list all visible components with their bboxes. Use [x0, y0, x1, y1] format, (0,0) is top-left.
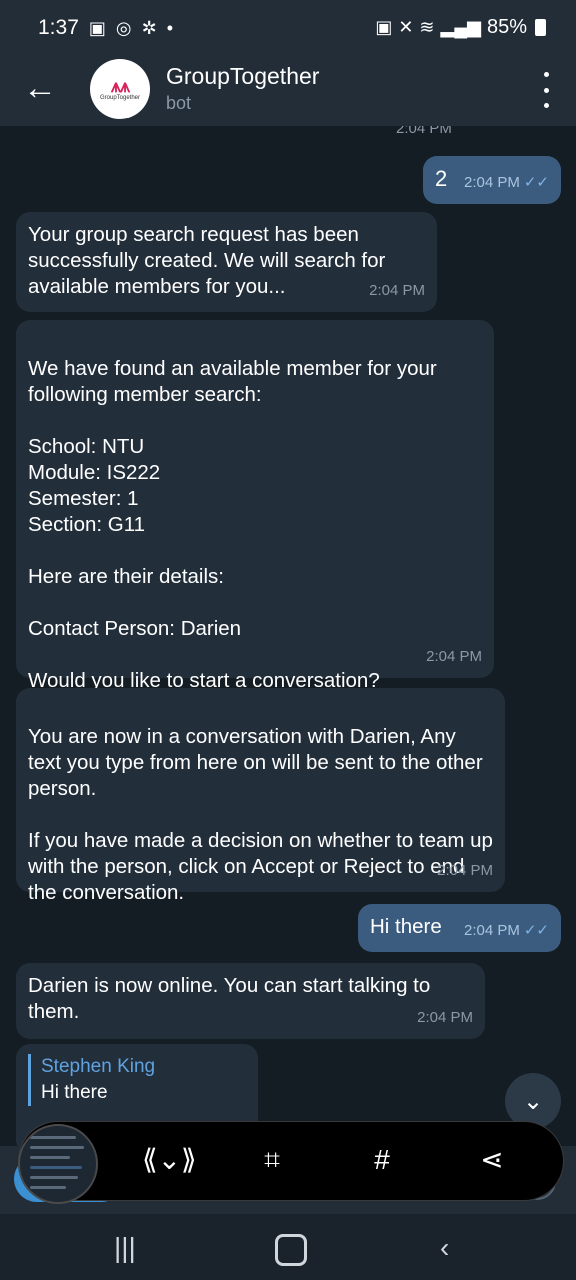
battery-level: 85% [486, 16, 527, 38]
avatar[interactable]: ⩚⩚ GroupTogether [90, 59, 150, 119]
message-text: Darien is now online. You can start talk… [28, 974, 431, 1023]
wifi-icon: ≋ [419, 17, 435, 37]
read-ticks-icon: ✓✓ [523, 922, 549, 939]
back-arrow-icon[interactable]: ← [22, 70, 58, 106]
crop-edit-icon[interactable]: ⌗ [252, 1142, 292, 1178]
avatar-logo-text: GroupTogether [99, 95, 141, 101]
logo-mark-icon: ⩚⩚ [110, 76, 130, 96]
chat-subtitle: bot [166, 93, 192, 113]
message-time: 2:04 PM [426, 648, 482, 665]
status-bar: 1:37 ▣ ◎ ✲ • ▣ ✕ ≋ ▂▄▆ 85% [0, 0, 576, 54]
more-vert-icon[interactable] [540, 72, 552, 108]
share-icon[interactable]: ⋖ [472, 1142, 512, 1178]
message-text: Your group search request has been succe… [28, 223, 386, 298]
chat-header: ← ⩚⩚ GroupTogether GroupTogether bot [0, 54, 576, 126]
message-outgoing[interactable]: Hi there 2:04 PM ✓✓ [358, 904, 561, 952]
message-text: Hi there [370, 915, 442, 938]
bug-icon: ✲ [141, 17, 157, 38]
screenshot-thumbnail[interactable] [18, 1124, 98, 1204]
signal-icon: ▂▄▆ [440, 17, 481, 37]
chat-title[interactable]: GroupTogether [166, 63, 319, 90]
lock-icon: ▣ [375, 17, 393, 37]
message-incoming[interactable]: Your group search request has been succe… [16, 212, 437, 312]
message-text: You are now in a conversation with Darie… [28, 725, 493, 904]
message-text: 2 [435, 166, 448, 191]
message-time: 2:04 PM [369, 282, 425, 299]
read-ticks-icon: ✓✓ [523, 174, 549, 191]
scroll-capture-icon[interactable]: ⟪⌄⟫ [142, 1142, 197, 1178]
gallery-icon: ▣ [88, 17, 106, 38]
message-time: 2:04 PM [463, 922, 520, 939]
status-time: 1:37 [38, 16, 79, 39]
system-nav-bar: ||| ‹ [0, 1214, 576, 1280]
reply-text: Hi there [41, 1082, 108, 1103]
home-icon[interactable] [275, 1234, 307, 1266]
reply-sender-name: Stephen King [41, 1056, 156, 1077]
message-time: 2:04 PM [417, 1009, 473, 1026]
battery-icon [535, 19, 546, 36]
hashtag-icon[interactable]: # [362, 1142, 402, 1178]
partial-message-time: 2:04 PM [396, 126, 452, 137]
message-outgoing[interactable]: 2 2:04 PM ✓✓ [423, 156, 561, 204]
dot-icon: • [166, 17, 174, 38]
mute-icon: ✕ [398, 17, 414, 37]
message-incoming[interactable]: Darien is now online. You can start talk… [16, 963, 485, 1039]
chat-messages[interactable]: 2:04 PM 2 2:04 PM ✓✓ Your group search re… [0, 126, 576, 1146]
message-incoming[interactable]: You are now in a conversation with Darie… [16, 688, 505, 904]
recents-icon[interactable]: ||| [114, 1232, 136, 1264]
message-incoming[interactable]: We have found an available member for yo… [16, 320, 494, 692]
whatsapp-icon: ◎ [115, 17, 132, 38]
message-text: We have found an available member for yo… [28, 357, 437, 692]
reply-quote[interactable]: Stephen King Hi there [28, 1054, 246, 1106]
message-time: 2:04 PM [437, 862, 493, 879]
message-time: 2:04 PM [463, 174, 520, 191]
back-icon[interactable]: ‹ [440, 1232, 449, 1264]
